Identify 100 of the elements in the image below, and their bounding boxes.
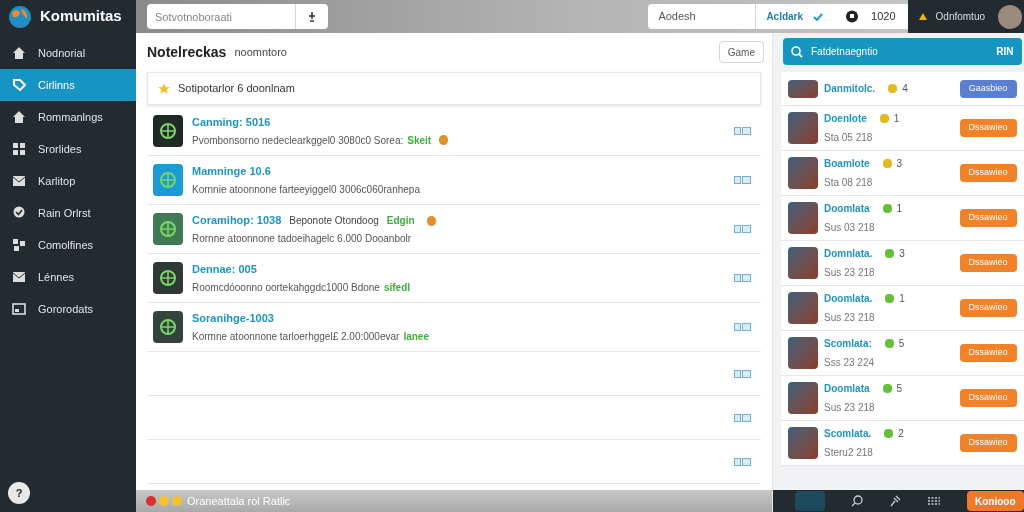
game-title[interactable]: Doomlata xyxy=(824,201,870,216)
sidebar-item[interactable]: Rommanlngs xyxy=(0,101,136,133)
expand-icon[interactable] xyxy=(734,176,751,184)
post-text: Roomcdóoonno oortekahggdc1000 Bdone xyxy=(192,280,380,295)
join-button[interactable]: Dssawieo xyxy=(959,254,1017,272)
score-text: 3 xyxy=(899,247,905,261)
game-meta: Sta 05 218 xyxy=(824,131,874,145)
join-button[interactable]: Gaasbieo xyxy=(959,79,1017,98)
alert-icon xyxy=(146,496,156,506)
blocks-icon xyxy=(12,238,26,252)
post-tag: Skeit xyxy=(407,132,432,148)
score-text: 5 xyxy=(898,337,905,351)
globe-logo-icon xyxy=(8,4,32,29)
star-icon xyxy=(158,82,170,95)
game-title[interactable]: Doenlote xyxy=(824,111,867,126)
post-text: Rornne atoonnone tadoeihagelc 6.000 Dooanbolr xyxy=(192,231,412,246)
envelope-icon xyxy=(12,174,26,188)
game-thumbnail-placeholder xyxy=(788,202,818,234)
join-button[interactable]: Dssawieo xyxy=(959,164,1017,182)
sidebar-item[interactable]: Srorlides xyxy=(0,133,136,165)
game-title[interactable]: Scomlata: xyxy=(824,336,872,351)
game-thumbnail-placeholder xyxy=(788,427,818,459)
status-text: Oraneattala rol Ratlic xyxy=(187,493,291,509)
house-icon xyxy=(12,46,26,60)
expand-icon[interactable] xyxy=(734,413,751,422)
join-button[interactable]: Dssawieo xyxy=(959,389,1017,407)
grid-icon[interactable] xyxy=(927,496,941,506)
join-button[interactable]: Dssawieo xyxy=(959,299,1017,317)
expand-icon[interactable] xyxy=(734,323,751,331)
game-title[interactable]: Doomlata xyxy=(824,381,870,396)
game-meta: Sus 23 218 xyxy=(824,401,876,415)
post-title[interactable]: Soranihge-1003 xyxy=(192,310,274,327)
user-name[interactable]: Odnfomtuo xyxy=(935,9,986,24)
join-button[interactable]: Dssawieo xyxy=(959,119,1017,137)
wheel-icon xyxy=(159,220,177,238)
game-title[interactable]: Domnlata. xyxy=(824,246,873,261)
account-link[interactable]: Acldark xyxy=(756,9,814,24)
tag-icon xyxy=(12,78,26,92)
panel-search-tag: RIN xyxy=(996,44,1014,59)
thumbnail-placeholder[interactable] xyxy=(795,491,825,511)
expand-icon[interactable] xyxy=(734,225,751,233)
page-title: Notelreckas xyxy=(147,42,227,62)
search-field[interactable]: Sotvotnoboraati xyxy=(147,4,296,29)
post-tag: lanee xyxy=(403,328,429,344)
score-text: 1 xyxy=(893,112,900,126)
avatar[interactable] xyxy=(997,4,1022,29)
envelope-icon xyxy=(12,270,26,284)
search-action-button[interactable] xyxy=(296,4,328,29)
text-field[interactable]: Aodesh xyxy=(648,4,757,29)
panel-search-text[interactable]: Fatdetnaegntio xyxy=(811,44,878,59)
wheel-icon xyxy=(159,269,177,287)
game-thumbnail-placeholder xyxy=(788,157,818,189)
game-thumbnail-placeholder xyxy=(788,292,818,324)
game-meta: Sus 23 218 xyxy=(824,266,876,280)
game-title[interactable]: Scomlata. xyxy=(824,426,872,441)
sidebar-item[interactable]: Nodnorial xyxy=(0,37,136,69)
bell-icon[interactable] xyxy=(917,11,928,22)
score-text: 5 xyxy=(896,382,903,396)
game-title[interactable]: Boamlote xyxy=(824,156,870,171)
score-text: 2 xyxy=(898,427,904,441)
game-thumbnail-placeholder xyxy=(788,79,818,98)
expand-icon[interactable] xyxy=(734,274,751,282)
post-title[interactable]: Coramihop: 1038 xyxy=(192,212,282,229)
action-button[interactable]: Koniooo xyxy=(967,491,1024,511)
sidebar-item[interactable]: Gororodats xyxy=(0,293,136,325)
sidebar-item[interactable]: Rain Orlrst xyxy=(0,197,136,229)
join-button[interactable]: Dssawieo xyxy=(959,434,1017,452)
search-icon[interactable] xyxy=(851,495,863,507)
chat-icon[interactable] xyxy=(845,9,860,24)
sidebar-item[interactable]: Lénnes xyxy=(0,261,136,293)
check-icon xyxy=(813,12,824,21)
sidebar-item[interactable]: Comolfines xyxy=(0,229,136,261)
sidebar-item[interactable]: Karlitop xyxy=(0,165,136,197)
post-title[interactable]: Dennae: 005 xyxy=(192,261,257,278)
score-text: 3 xyxy=(896,157,903,171)
game-title[interactable]: Doomlata. xyxy=(824,291,873,306)
join-button[interactable]: Dssawieo xyxy=(959,344,1017,362)
app-logo-text: Komumitas xyxy=(40,6,122,27)
game-thumbnail-placeholder xyxy=(788,112,818,144)
score-text: 4 xyxy=(902,82,908,96)
expand-icon[interactable] xyxy=(734,127,751,135)
pinned-text: Sotipotarlor 6 doonlnam xyxy=(178,81,295,97)
post-title[interactable]: Canming: 5016 xyxy=(192,114,271,131)
score-text: 1 xyxy=(899,292,905,306)
game-thumbnail-placeholder xyxy=(788,247,818,279)
sidebar-item[interactable]: Cirlinns xyxy=(0,69,136,101)
post-tag: sifedl xyxy=(383,279,411,295)
expand-icon[interactable] xyxy=(734,369,751,378)
wheel-icon xyxy=(159,171,177,189)
post-text: Kormne atoonnone tarloerhggel£ 2.00:000evar xyxy=(192,329,400,344)
expand-icon[interactable] xyxy=(734,457,751,466)
help-button[interactable]: ? xyxy=(8,482,30,504)
page-subtitle: noomntoro xyxy=(234,44,287,60)
post-note: Beponote Otondoog xyxy=(289,214,379,228)
post-tag: Edgin xyxy=(386,213,415,228)
game-title[interactable]: Danmitolc. xyxy=(824,81,876,96)
folder-icon xyxy=(12,302,26,316)
game-button[interactable]: Game xyxy=(718,41,764,63)
post-title[interactable]: Mamninge 10.6 xyxy=(192,163,271,180)
join-button[interactable]: Dssawieo xyxy=(959,209,1017,227)
